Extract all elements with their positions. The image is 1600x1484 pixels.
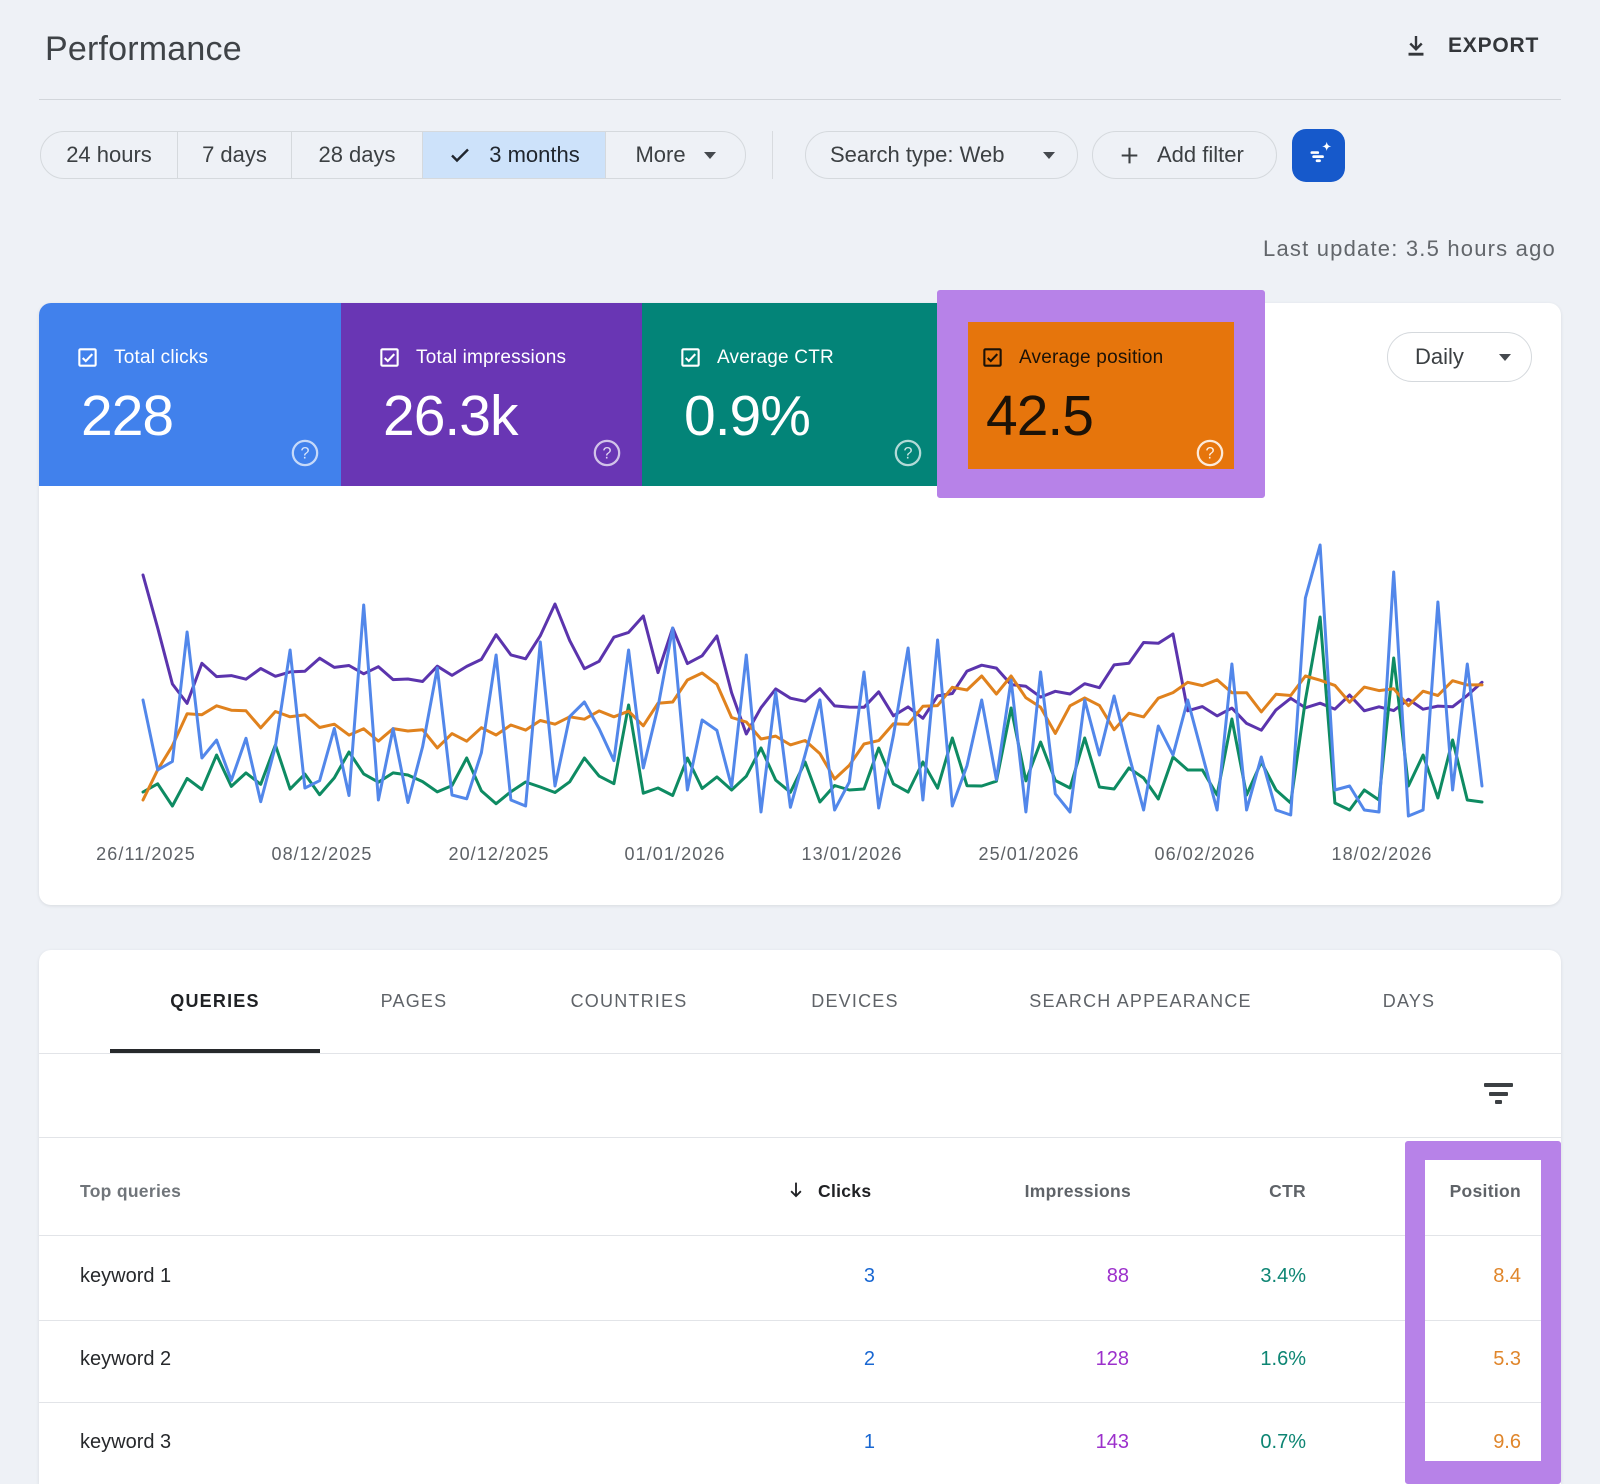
svg-text:?: ?: [301, 445, 310, 463]
svg-text:?: ?: [904, 445, 913, 463]
svg-text:?: ?: [603, 445, 612, 463]
